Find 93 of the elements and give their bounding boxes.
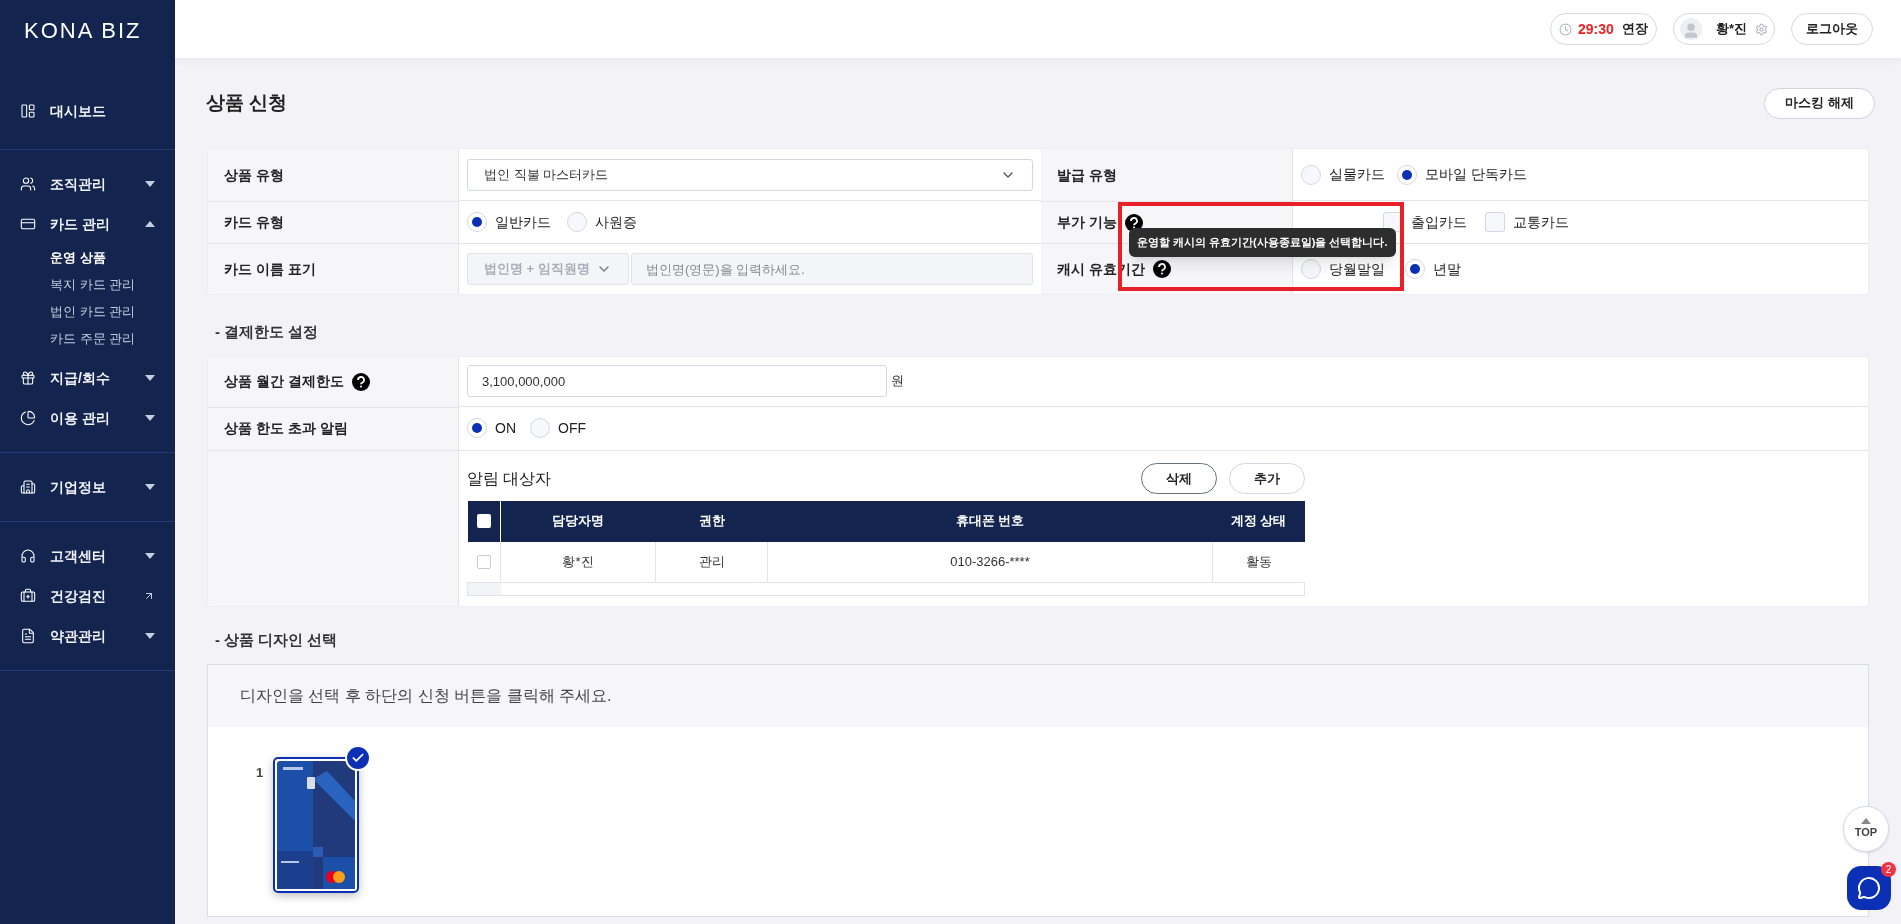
radio-button[interactable]: [567, 212, 587, 232]
sidebar-item[interactable]: 고객센터: [0, 536, 175, 576]
table-cell: 활동: [1212, 541, 1305, 583]
radio-label: 년말: [1433, 259, 1461, 279]
submenu-item[interactable]: 카드 주문 관리: [50, 325, 175, 352]
sidebar-item[interactable]: 약관관리: [0, 616, 175, 656]
menu-icon: [20, 479, 36, 495]
sidebar-item[interactable]: 기업정보: [0, 467, 175, 507]
sidebar-item[interactable]: 이용 관리: [0, 398, 175, 438]
radio-button[interactable]: [467, 212, 487, 232]
field-label: 상품 한도 초과 알림: [224, 419, 348, 438]
submenu-item[interactable]: 법인 카드 관리: [50, 298, 175, 325]
checkbox-label: 출입카드: [1411, 212, 1467, 232]
field-label: 부가 기능: [1057, 213, 1117, 232]
table-cell: 관리: [655, 541, 768, 583]
column-header: 권한: [655, 500, 768, 542]
caret-down-icon: [145, 375, 155, 381]
radio-button[interactable]: [1397, 164, 1417, 185]
select-all-checkbox[interactable]: [476, 514, 491, 528]
sidebar-item[interactable]: 지급/회수: [0, 358, 175, 398]
caret-up-icon: [145, 221, 155, 227]
column-header: 휴대폰 번호: [767, 500, 1213, 542]
radio-button[interactable]: [1405, 259, 1425, 279]
external-link-icon: [143, 590, 155, 602]
row-checkbox[interactable]: [476, 554, 491, 569]
extend-button[interactable]: 연장: [1622, 19, 1648, 39]
sidebar-item[interactable]: 건강검진: [0, 576, 175, 616]
caret-up-icon: [1861, 817, 1871, 824]
submenu-item[interactable]: 운영 상품: [50, 244, 175, 271]
avatar-icon: [1680, 18, 1702, 40]
menu-icon: [20, 588, 36, 604]
design-number: 1: [256, 763, 264, 782]
page-title: 상품 신청: [206, 90, 288, 115]
caret-down-icon: [145, 181, 155, 187]
sidebar-item[interactable]: 조직관리: [0, 164, 175, 204]
help-icon[interactable]: [1124, 213, 1143, 232]
radio-button[interactable]: [1301, 259, 1321, 279]
checkbox[interactable]: [1485, 212, 1505, 232]
menu-icon: [20, 176, 36, 192]
submenu-item[interactable]: 복지 카드 관리: [50, 271, 175, 298]
field-label: 카드 이름 표기: [224, 259, 316, 279]
section-title: - 결제한도 설정: [215, 322, 320, 342]
caret-down-icon: [145, 415, 155, 421]
field-label: 상품 유형: [224, 165, 284, 185]
unmask-button[interactable]: 마스킹 해제: [1764, 87, 1875, 119]
caret-down-icon: [145, 484, 155, 490]
design-instruction: 디자인을 선택 후 하단의 신청 버튼을 클릭해 주세요.: [240, 685, 612, 706]
help-icon[interactable]: [1152, 260, 1171, 278]
section-title: - 상품 디자인 선택: [215, 630, 339, 650]
product-type-select[interactable]: 법인 직불 마스터카드: [467, 158, 1033, 191]
radio-button[interactable]: [530, 418, 550, 438]
radio-button[interactable]: [1301, 164, 1321, 185]
logo[interactable]: KONA BIZ: [24, 14, 142, 47]
timer-text: 29:30: [1578, 19, 1614, 39]
field-label: 카드 유형: [224, 213, 284, 232]
column-header: 계정 상태: [1212, 500, 1305, 542]
sidebar-item[interactable]: 대시보드: [0, 91, 175, 131]
delete-button[interactable]: 삭제: [1141, 463, 1217, 494]
sidebar-item[interactable]: 카드 관리: [0, 204, 175, 244]
menu-icon: [20, 370, 36, 386]
radio-button[interactable]: [467, 418, 487, 438]
radio-label: 실물카드: [1329, 165, 1385, 184]
menu-icon: [20, 103, 36, 119]
radio-label: 당월말일: [1329, 259, 1385, 279]
chat-icon: [1857, 876, 1881, 900]
user-name: 황*진: [1715, 20, 1747, 39]
column-header: 담당자명: [500, 500, 656, 542]
recipients-title: 알림 대상자: [467, 468, 552, 489]
checkbox-label: 교통카드: [1513, 212, 1569, 232]
tooltip: 운영할 캐시의 유효기간(사용종료일)을 선택합니다.: [1129, 228, 1396, 257]
radio-label: 일반카드: [495, 212, 551, 232]
table-cell: 황*진: [500, 541, 656, 583]
menu-icon: [20, 410, 36, 426]
menu-icon: [20, 216, 36, 232]
radio-label: 사원증: [595, 212, 637, 232]
field-label: 발급 유형: [1057, 165, 1117, 185]
chat-button[interactable]: [1847, 866, 1891, 910]
monthly-limit-field[interactable]: 3,100,000,000: [467, 365, 887, 397]
menu-icon: [20, 628, 36, 644]
menu-icon: [20, 548, 36, 564]
radio-label: ON: [495, 418, 516, 438]
notification-badge: 2: [1881, 862, 1896, 877]
help-icon[interactable]: [351, 372, 370, 391]
field-label: 상품 월간 결제한도: [224, 372, 344, 391]
clock-icon: [1559, 22, 1572, 36]
add-button[interactable]: 추가: [1229, 463, 1305, 494]
table-cell: 010-3266-****: [767, 541, 1213, 583]
caret-down-icon: [145, 553, 155, 559]
radio-label: 모바일 단독카드: [1425, 165, 1527, 184]
radio-label: OFF: [558, 418, 586, 438]
caret-down-icon: [145, 633, 155, 639]
unit-label: 원: [891, 372, 904, 391]
english-name-field[interactable]: 법인명(영문)을 입력하세요.: [631, 253, 1033, 285]
